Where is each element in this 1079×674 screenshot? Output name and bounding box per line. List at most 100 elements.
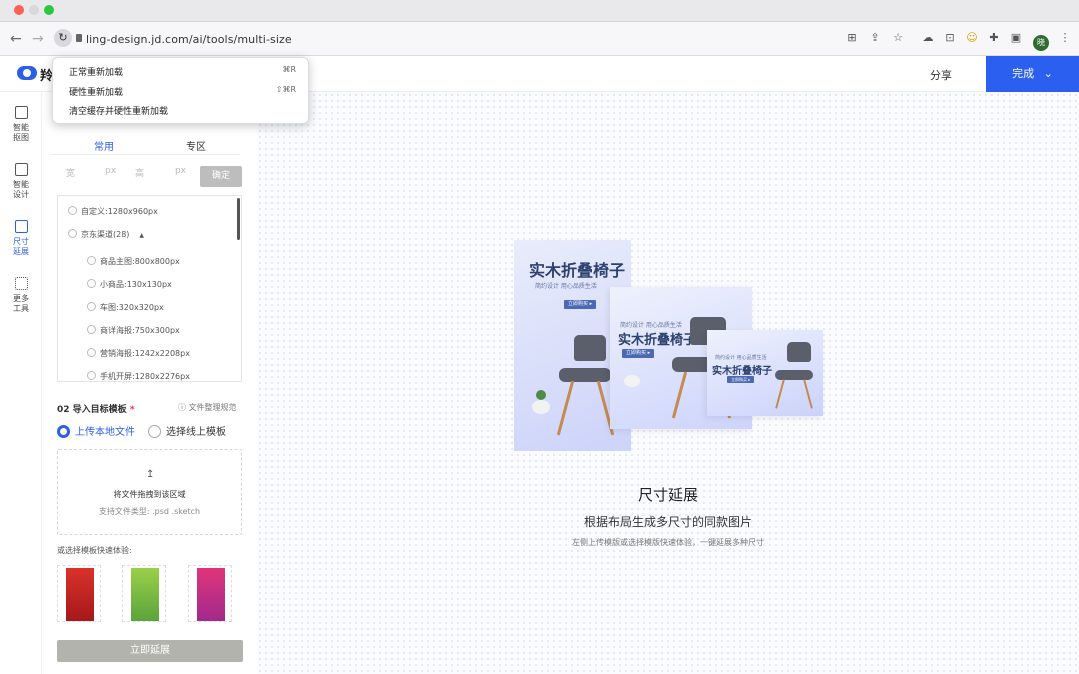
address-bar: ← → ↻ ling-design.jd.com/ai/tools/multi-… [0, 22, 1079, 56]
browser-menu-icon[interactable]: ⋮ [1058, 31, 1072, 45]
menu-item-hard-reload[interactable]: 硬性重新加载 [69, 85, 123, 98]
rail-label: 设计 [13, 190, 29, 199]
preview-card-landscape: 简约设计 用心品质生活 实木折叠椅子 立即购买 ▸ [707, 330, 823, 416]
list-item[interactable]: 小商品:130x130px [87, 279, 172, 290]
confirm-size-button[interactable]: 确定 [200, 166, 242, 187]
file-spec-link[interactable]: ⓘ 文件整理规范 [178, 402, 237, 413]
size-label: 商详海报:750x300px [100, 326, 180, 335]
share-button[interactable]: 分享 [930, 67, 952, 83]
radio-icon [87, 256, 96, 265]
card-subtitle: 简约设计 用心品质生活 [620, 322, 682, 329]
template-image [197, 568, 225, 621]
url-field[interactable]: ling-design.jd.com/ai/tools/multi-size [86, 33, 292, 46]
height-input[interactable]: 高 [135, 166, 144, 186]
list-item[interactable]: 营销海报:1242x2208px [87, 348, 190, 359]
upload-icon: ↥ [146, 469, 155, 480]
rail-item-cutout[interactable]: 智能 抠图 [0, 106, 42, 143]
chevron-up-icon[interactable]: ▲ [139, 232, 144, 239]
brand-logo-icon[interactable] [17, 66, 37, 80]
menu-shortcut: ⌘R [282, 65, 296, 74]
template-image [131, 568, 159, 621]
extension-cloud-icon[interactable]: ☁ [921, 31, 935, 45]
rail-label: 尺寸 [13, 237, 29, 246]
empty-state-title: 尺寸延展 [637, 486, 698, 504]
upload-local-radio[interactable]: 上传本地文件 [57, 423, 135, 438]
tab-common[interactable]: 常用 [94, 138, 114, 153]
done-label: 完成 [1012, 67, 1035, 80]
sidepanel-icon[interactable]: ▣ [1009, 31, 1023, 45]
list-item[interactable]: 商详海报:750x300px [87, 325, 180, 336]
rail-item-design[interactable]: 智能 设计 [0, 163, 42, 200]
menu-item-empty-cache-reload[interactable]: 清空缓存并硬性重新加载 [69, 104, 168, 117]
back-arrow-icon[interactable]: ← [10, 30, 22, 48]
tab-divider [50, 154, 240, 155]
menu-shortcut: ⇧⌘R [275, 85, 296, 94]
menu-item-normal-reload[interactable]: 正常重新加载 [69, 65, 123, 78]
size-label: 京东渠道(28) [81, 230, 130, 239]
chair-image [559, 368, 611, 382]
upload-dropzone[interactable]: ↥ 将文件拖拽到该区域 支持文件类型: .psd .sketch [57, 449, 242, 535]
size-label: 小商品:130x130px [100, 280, 172, 289]
list-item[interactable]: 手机开屏:1280x2276px [87, 371, 190, 381]
template-thumbnail[interactable] [122, 565, 166, 622]
card-title: 实木折叠椅子 [529, 261, 626, 280]
radio-icon [87, 371, 96, 380]
start-extend-button[interactable]: 立即延展 [57, 640, 243, 662]
maximize-window-button[interactable] [44, 5, 54, 15]
plant-image [624, 375, 640, 387]
chair-image [574, 335, 606, 361]
resize-icon [14, 220, 28, 233]
browser-titlebar [0, 0, 1079, 22]
card-buy-pill: 立即购买 ▸ [727, 376, 755, 383]
done-button[interactable]: 完成 ⌄ [986, 56, 1079, 92]
height-unit: px [175, 166, 187, 176]
rail-item-resize[interactable]: 尺寸 延展 [0, 220, 42, 257]
radio-icon [87, 279, 96, 288]
cutout-icon [14, 106, 28, 119]
plant-image [532, 400, 550, 414]
template-thumbnail[interactable] [57, 565, 101, 622]
radio-icon [87, 325, 96, 334]
width-unit: px [105, 166, 117, 176]
size-label: 自定义:1280x960px [81, 207, 158, 216]
quick-templates-label: 或选择模板快速体验: [57, 546, 132, 555]
rail-item-more-tools[interactable]: 更多 工具 [0, 277, 42, 314]
extensions-puzzle-icon[interactable]: ✚ [987, 31, 1001, 45]
minimize-window-button[interactable] [29, 5, 39, 15]
help-circle-icon: ⓘ [178, 403, 186, 412]
section-title: 02 导入目标模板 * [57, 402, 135, 415]
chair-image [775, 379, 785, 409]
tab-zone[interactable]: 专区 [186, 138, 206, 153]
template-image [66, 568, 94, 621]
required-mark: * [129, 405, 135, 415]
card-title: 实木折叠椅子 [712, 366, 772, 377]
size-label: 营销海报:1242x2208px [100, 349, 190, 358]
size-label: 手机开屏:1280x2276px [100, 372, 190, 381]
list-item[interactable]: 商品主图:800x800px [87, 256, 180, 267]
upload-file-types: 支持文件类型: .psd .sketch [98, 507, 201, 516]
empty-state-hint: 左侧上传模版或选择模版快速体验，一键延展多种尺寸 [572, 538, 764, 547]
list-item[interactable]: 京东渠道(28) ▲ [68, 229, 144, 240]
extension-smile-icon[interactable]: ☺ [965, 31, 979, 45]
more-tools-icon [14, 277, 28, 290]
template-thumbnail[interactable] [188, 565, 232, 622]
share-page-icon[interactable]: ⇪ [868, 31, 882, 45]
extension-add-icon[interactable]: ⊡ [943, 31, 957, 45]
reload-context-menu: 正常重新加载 ⌘R 硬性重新加载 ⇧⌘R 清空缓存并硬性重新加载 [52, 57, 309, 124]
reload-icon[interactable]: ↻ [54, 29, 72, 47]
radio-selected-icon [57, 425, 70, 438]
chevron-down-icon: ⌄ [1043, 67, 1053, 80]
bookmark-star-icon[interactable]: ☆ [891, 31, 905, 45]
width-input[interactable]: 宽 [66, 166, 75, 186]
translate-icon[interactable]: ⊞ [845, 31, 859, 45]
profile-avatar[interactable]: 晓 [1033, 35, 1049, 51]
chair-image [775, 370, 813, 380]
close-window-button[interactable] [14, 5, 24, 15]
scrollbar[interactable] [237, 198, 240, 240]
forward-arrow-icon[interactable]: → [32, 30, 44, 48]
online-template-radio[interactable]: 选择线上模板 [148, 423, 226, 438]
radio-label: 上传本地文件 [75, 427, 135, 438]
list-item[interactable]: 自定义:1280x960px [68, 206, 158, 217]
design-icon [14, 163, 28, 176]
list-item[interactable]: 车图:320x320px [87, 302, 164, 313]
